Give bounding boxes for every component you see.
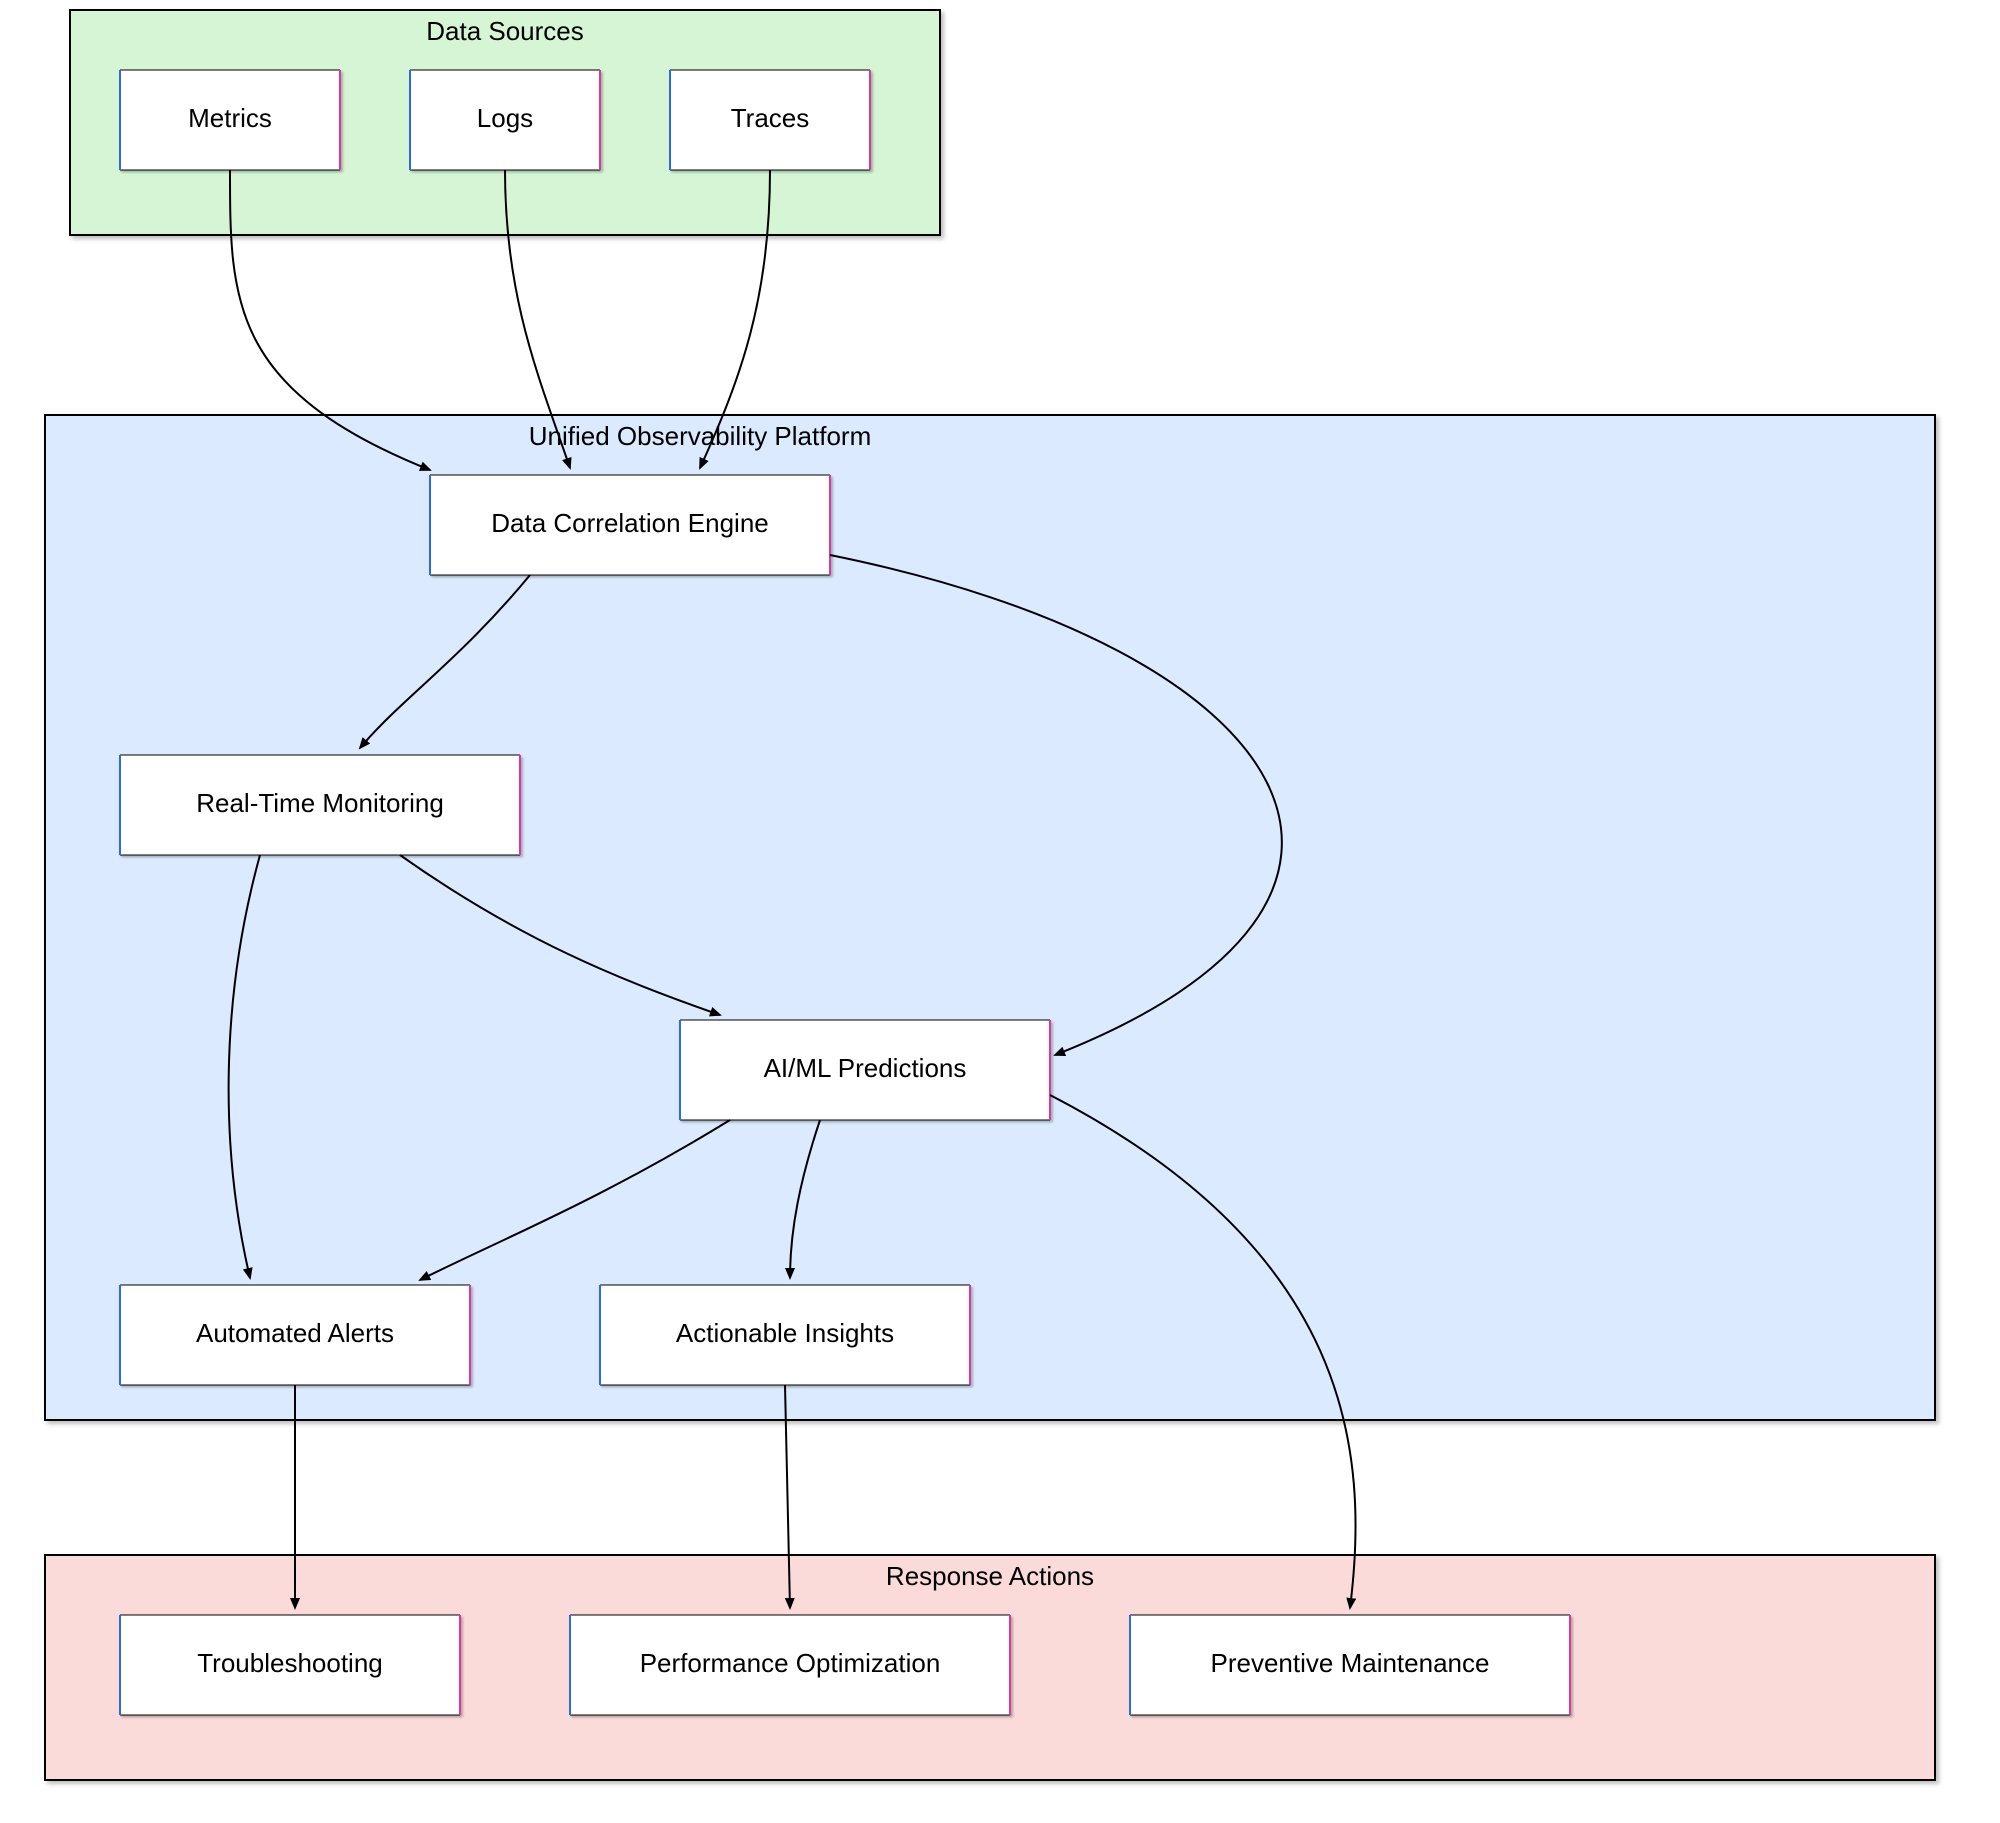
observability-diagram: Data Sources Metrics Logs Traces bbox=[0, 0, 2000, 1823]
node-logs: Logs bbox=[410, 70, 600, 170]
node-perfopt-label: Performance Optimization bbox=[640, 1648, 941, 1678]
node-troubleshoot-label: Troubleshooting bbox=[197, 1648, 383, 1678]
node-aiml-label: AI/ML Predictions bbox=[764, 1053, 967, 1083]
group-platform-title: Unified Observability Platform bbox=[529, 421, 871, 451]
node-alerts-label: Automated Alerts bbox=[196, 1318, 394, 1348]
node-metrics: Metrics bbox=[120, 70, 340, 170]
node-preventive-label: Preventive Maintenance bbox=[1211, 1648, 1490, 1678]
node-insights: Actionable Insights bbox=[600, 1285, 970, 1385]
node-preventive: Preventive Maintenance bbox=[1130, 1615, 1570, 1715]
node-aiml: AI/ML Predictions bbox=[680, 1020, 1050, 1120]
node-monitoring-label: Real-Time Monitoring bbox=[196, 788, 444, 818]
node-correlation-label: Data Correlation Engine bbox=[491, 508, 769, 538]
group-response-title: Response Actions bbox=[886, 1561, 1094, 1591]
node-alerts: Automated Alerts bbox=[120, 1285, 470, 1385]
group-data-sources-title: Data Sources bbox=[426, 16, 584, 46]
node-correlation: Data Correlation Engine bbox=[430, 475, 830, 575]
node-monitoring: Real-Time Monitoring bbox=[120, 755, 520, 855]
node-troubleshoot: Troubleshooting bbox=[120, 1615, 460, 1715]
node-traces-label: Traces bbox=[731, 103, 810, 133]
node-traces: Traces bbox=[670, 70, 870, 170]
node-logs-label: Logs bbox=[477, 103, 533, 133]
node-insights-label: Actionable Insights bbox=[676, 1318, 894, 1348]
group-response: Response Actions Troubleshooting Perform… bbox=[45, 1555, 1935, 1780]
node-perfopt: Performance Optimization bbox=[570, 1615, 1010, 1715]
node-metrics-label: Metrics bbox=[188, 103, 272, 133]
group-platform: Unified Observability Platform Data Corr… bbox=[45, 415, 1935, 1420]
